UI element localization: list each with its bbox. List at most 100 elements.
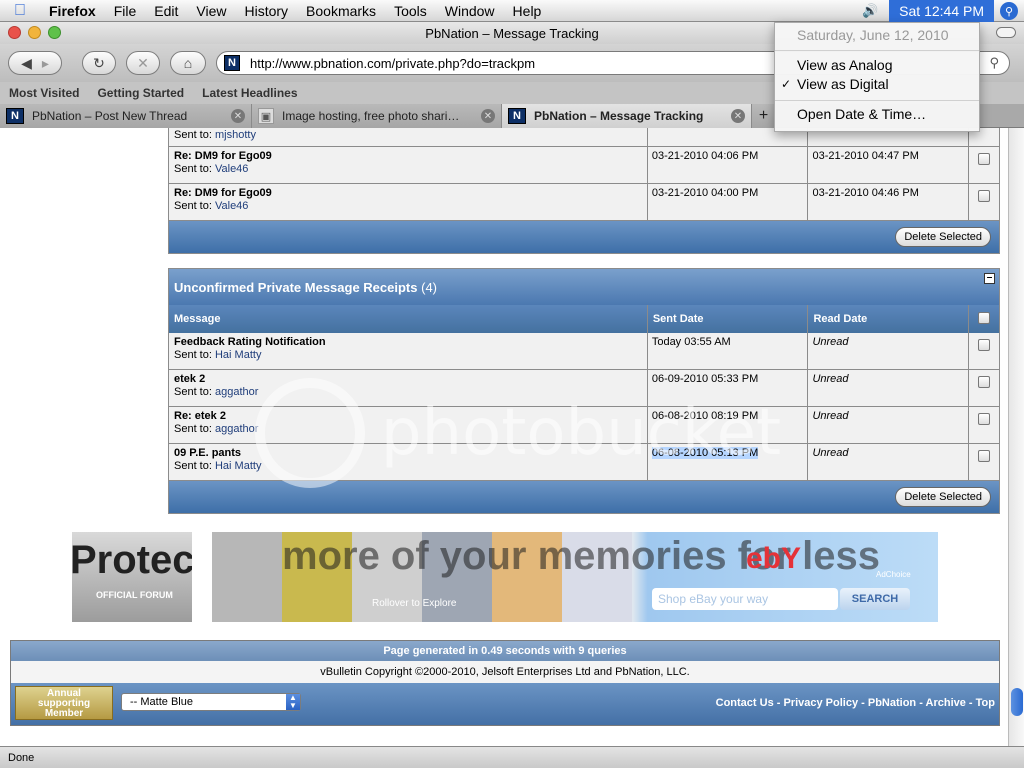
read-date: Unread xyxy=(808,370,970,406)
menu-help[interactable]: Help xyxy=(504,0,551,22)
bookmark-getting-started[interactable]: Getting Started xyxy=(88,86,193,100)
reload-button[interactable]: ↻ xyxy=(82,51,116,75)
zoom-window-button[interactable] xyxy=(48,26,61,39)
close-window-button[interactable] xyxy=(8,26,21,39)
apple-menu-icon[interactable]:  xyxy=(0,2,40,20)
home-icon: ⌂ xyxy=(183,55,193,71)
protect-banner[interactable]: Protect OFFICIAL FORUM xyxy=(72,532,192,622)
recipient-link[interactable]: Hai Matty xyxy=(215,349,261,361)
sent-date: 03-21-2010 04:00 PM xyxy=(648,184,809,220)
scrollbar-thumb[interactable] xyxy=(1011,688,1023,716)
vertical-scrollbar[interactable] xyxy=(1008,128,1024,746)
minimize-window-button[interactable] xyxy=(28,26,41,39)
volume-icon[interactable]: 🔊 xyxy=(859,3,881,19)
rollover-text: Rollover to Explore xyxy=(372,598,457,609)
privacy-policy-link[interactable]: Privacy Policy xyxy=(783,697,858,709)
open-date-time-item[interactable]: Open Date & Time… xyxy=(775,105,979,124)
menu-tools[interactable]: Tools xyxy=(385,0,436,22)
menu-window[interactable]: Window xyxy=(436,0,504,22)
menu-edit[interactable]: Edit xyxy=(145,0,187,22)
pbnation-favicon-icon: N xyxy=(508,108,526,124)
page-content: Sent to: mjshotty Re: DM9 for Ego09 Sent … xyxy=(0,128,1008,746)
menu-view[interactable]: View xyxy=(187,0,235,22)
tab-label: PbNation – Post New Thread xyxy=(32,109,188,123)
ebay-search-button[interactable]: SEARCH xyxy=(840,588,910,610)
home-button[interactable]: ⌂ xyxy=(170,51,206,75)
table-row: 09 P.E. pants Sent to: Hai Matty 06-08-20… xyxy=(169,444,999,481)
section-title: Unconfirmed Private Message Receipts xyxy=(174,279,418,295)
recipient-link[interactable]: aggathor xyxy=(215,423,258,435)
collapse-icon[interactable]: – xyxy=(984,273,995,284)
view-as-digital-item[interactable]: ✓ View as Digital xyxy=(775,75,979,94)
select-all-checkbox[interactable] xyxy=(978,312,991,324)
style-select[interactable]: -- Matte Blue ▲ ▼ xyxy=(121,693,301,711)
recipient-link[interactable]: Vale46 xyxy=(215,163,248,175)
recipient-link[interactable]: mjshotty xyxy=(215,129,256,141)
recipient-link[interactable]: Hai Matty xyxy=(215,460,261,472)
menubar-clock[interactable]: Sat 12:44 PM xyxy=(889,0,994,22)
pbnation-link[interactable]: PbNation xyxy=(868,697,916,709)
adchoice-text[interactable]: AdChoice xyxy=(876,570,911,579)
table-row: Re: DM9 for Ego09 Sent to: Vale46 03-21-2… xyxy=(169,184,999,221)
archive-link[interactable]: Archive xyxy=(926,697,966,709)
spotlight-button[interactable]: ⚲ xyxy=(994,0,1024,22)
back-forward-button[interactable]: ◀ ▸ xyxy=(8,51,62,75)
close-tab-icon[interactable]: ✕ xyxy=(731,109,745,123)
badge-line: Member xyxy=(44,708,84,719)
message-subject: Re: DM9 for Ego09 xyxy=(174,187,272,199)
new-tab-button[interactable]: + xyxy=(752,104,776,128)
tab-image-hosting[interactable]: ▣ Image hosting, free photo shari… ✕ xyxy=(252,104,502,128)
sent-to-label: Sent to: xyxy=(174,163,212,175)
pbnation-favicon-icon: N xyxy=(6,108,24,124)
row-checkbox[interactable] xyxy=(978,190,991,202)
column-sent-date: Sent Date xyxy=(648,305,809,333)
delete-selected-button[interactable]: Delete Selected xyxy=(895,487,991,507)
tab-label: PbNation – Message Tracking xyxy=(534,109,704,123)
spotlight-icon: ⚲ xyxy=(1000,2,1018,20)
tab-post-new-thread[interactable]: N PbNation – Post New Thread ✕ xyxy=(0,104,252,128)
bookmark-most-visited[interactable]: Most Visited xyxy=(0,86,88,100)
view-as-analog-item[interactable]: View as Analog xyxy=(775,56,979,75)
ebay-search-input[interactable]: Shop eBay your way xyxy=(652,588,838,610)
delete-selected-button[interactable]: Delete Selected xyxy=(895,227,991,247)
sent-to-label: Sent to: xyxy=(174,423,212,435)
tab-message-tracking[interactable]: N PbNation – Message Tracking ✕ xyxy=(502,104,752,128)
back-arrow-icon: ◀ xyxy=(21,54,32,71)
read-date: Unread xyxy=(808,407,970,443)
toolbar-toggle-button[interactable] xyxy=(996,27,1016,38)
menu-app[interactable]: Firefox xyxy=(40,0,105,22)
column-read-date: Read Date xyxy=(808,305,970,333)
mac-menubar:  Firefox File Edit View History Bookmar… xyxy=(0,0,1024,22)
row-checkbox[interactable] xyxy=(978,339,991,351)
ebay-banner[interactable]: more of your memories for less Rollover … xyxy=(212,532,938,622)
read-date: 03-21-2010 04:47 PM xyxy=(808,147,970,183)
row-checkbox[interactable] xyxy=(978,450,991,462)
stop-icon: ✕ xyxy=(137,54,149,71)
stop-button[interactable]: ✕ xyxy=(126,51,160,75)
menu-history[interactable]: History xyxy=(235,0,297,22)
contact-us-link[interactable]: Contact Us xyxy=(716,697,774,709)
search-icon[interactable]: ⚲ xyxy=(989,55,999,71)
menu-bookmarks[interactable]: Bookmarks xyxy=(297,0,385,22)
row-checkbox[interactable] xyxy=(978,413,991,425)
status-bar: Done xyxy=(0,746,1024,768)
menu-item-label: View as Digital xyxy=(797,76,889,92)
bookmark-latest-headlines[interactable]: Latest Headlines xyxy=(193,86,306,100)
recipient-link[interactable]: Vale46 xyxy=(215,200,248,212)
row-checkbox[interactable] xyxy=(978,153,991,165)
row-checkbox[interactable] xyxy=(978,376,991,388)
annual-supporting-member-badge: Annual supporting Member xyxy=(15,686,113,720)
sent-to-label: Sent to: xyxy=(174,129,212,141)
menu-file[interactable]: File xyxy=(105,0,146,22)
recipient-link[interactable]: aggathor xyxy=(215,386,258,398)
url-text[interactable]: http://www.pbnation.com/private.php?do=t… xyxy=(250,56,535,71)
window-title: PbNation – Message Tracking xyxy=(425,25,599,41)
close-tab-icon[interactable]: ✕ xyxy=(481,109,495,123)
close-tab-icon[interactable]: ✕ xyxy=(231,109,245,123)
column-message: Message xyxy=(169,305,648,333)
top-link[interactable]: Top xyxy=(976,697,995,709)
message-subject: Re: etek 2 xyxy=(174,410,226,422)
forum-footer: Page generated in 0.49 seconds with 9 qu… xyxy=(10,640,1000,726)
read-date: Unread xyxy=(808,444,970,480)
unconfirmed-receipts-table: Unconfirmed Private Message Receipts (4)… xyxy=(168,268,1000,514)
